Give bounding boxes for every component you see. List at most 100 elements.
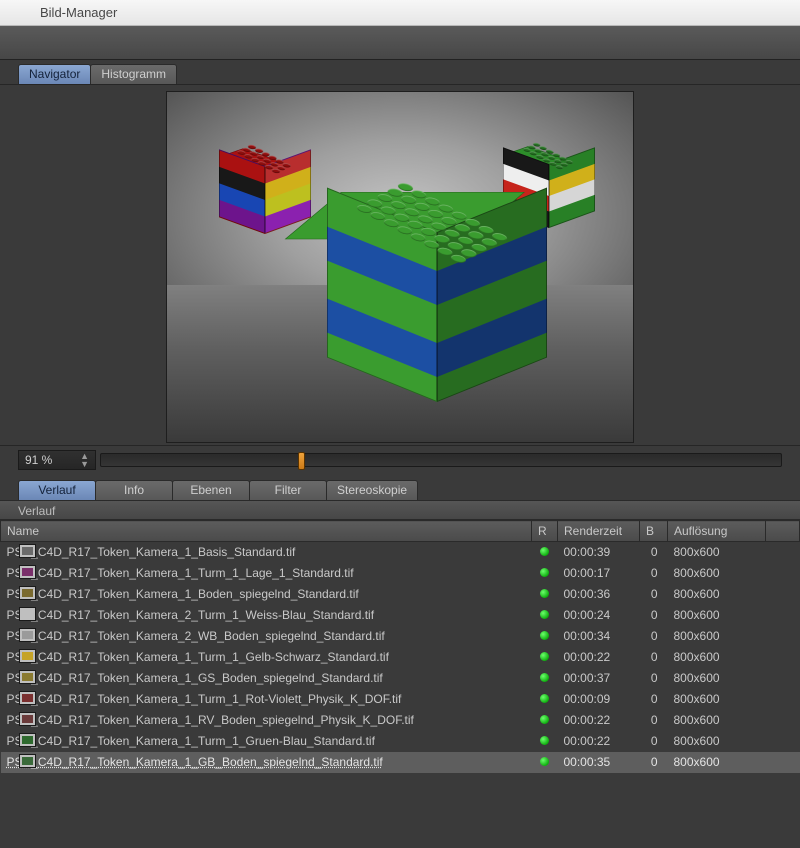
tab-info[interactable]: Info [95,480,173,500]
cell-rendertime: 00:00:17 [558,563,640,584]
zoom-slider-thumb[interactable] [298,452,305,470]
status-dot-icon [540,757,549,766]
table-row[interactable]: PSD_C4D_R17_Token_Kamera_1_Basis_Standar… [1,542,800,563]
file-thumbnail-icon [19,607,36,621]
cell-name: PSD_C4D_R17_Token_Kamera_1_GS_Boden_spie… [1,668,532,689]
cell-rendertime: 00:00:39 [558,542,640,563]
tab-ebenen[interactable]: Ebenen [172,480,250,500]
tab-verlauf[interactable]: Verlauf [18,480,96,500]
cell-b: 0 [640,563,668,584]
table-row[interactable]: PSD_C4D_R17_Token_Kamera_1_Turm_1_Gruen-… [1,731,800,752]
stepper-arrows-icon[interactable]: ▲▼ [80,452,89,468]
status-dot-icon [540,673,549,682]
file-thumbnail-icon [19,544,36,558]
table-row[interactable]: PSD_C4D_R17_Token_Kamera_2_WB_Boden_spie… [1,626,800,647]
file-name: PSD_C4D_R17_Token_Kamera_1_Turm_1_Gruen-… [7,734,375,748]
cell-status [532,752,558,773]
cell-rendertime: 00:00:24 [558,605,640,626]
tab-filter[interactable]: Filter [249,480,327,500]
status-dot-icon [540,736,549,745]
tab-histogramm[interactable]: Histogramm [90,64,177,84]
cell-spare [766,710,800,731]
cell-spare [766,605,800,626]
cell-rendertime: 00:00:09 [558,689,640,710]
col-r[interactable]: R [532,521,558,542]
cell-resolution: 800x600 [668,710,766,731]
cell-spare [766,752,800,773]
tab-stereoskopie[interactable]: Stereoskopie [326,480,418,500]
render-preview[interactable] [166,91,634,443]
viewer-tabrow: Navigator Histogramm [0,60,800,84]
status-dot-icon [540,568,549,577]
cell-rendertime: 00:00:22 [558,710,640,731]
col-aufloesung[interactable]: Auflösung [668,521,766,542]
zoom-slider[interactable] [100,453,782,467]
file-name: PSD_C4D_R17_Token_Kamera_1_Turm_1_Gelb-S… [7,650,389,664]
cell-resolution: 800x600 [668,584,766,605]
cell-name: PSD_C4D_R17_Token_Kamera_1_Turm_1_Lage_1… [1,563,532,584]
cell-b: 0 [640,710,668,731]
file-thumbnail-icon [19,628,36,642]
status-dot-icon [540,589,549,598]
cell-name: PSD_C4D_R17_Token_Kamera_2_Turm_1_Weiss-… [1,605,532,626]
cell-name: PSD_C4D_R17_Token_Kamera_1_Turm_1_Gelb-S… [1,647,532,668]
cell-name: PSD_C4D_R17_Token_Kamera_1_Turm_1_Gruen-… [1,731,532,752]
cell-spare [766,563,800,584]
table-row[interactable]: PSD_C4D_R17_Token_Kamera_1_Turm_1_Rot-Vi… [1,689,800,710]
col-spare [766,521,800,542]
titlebar[interactable]: Bild-Manager [0,0,800,26]
status-dot-icon [540,715,549,724]
cell-resolution: 800x600 [668,605,766,626]
cell-rendertime: 00:00:35 [558,752,640,773]
table-row[interactable]: PSD_C4D_R17_Token_Kamera_1_Boden_spiegel… [1,584,800,605]
table-row[interactable]: PSD_C4D_R17_Token_Kamera_1_GS_Boden_spie… [1,668,800,689]
file-thumbnail-icon [19,733,36,747]
cell-b: 0 [640,605,668,626]
table-row[interactable]: PSD_C4D_R17_Token_Kamera_1_Turm_1_Lage_1… [1,563,800,584]
cell-name: PSD_C4D_R17_Token_Kamera_1_Basis_Standar… [1,542,532,563]
cell-name: PSD_C4D_R17_Token_Kamera_2_WB_Boden_spie… [1,626,532,647]
cell-status [532,584,558,605]
cell-status [532,689,558,710]
cell-name: PSD_C4D_R17_Token_Kamera_1_Boden_spiegel… [1,584,532,605]
cell-spare [766,731,800,752]
cell-status [532,605,558,626]
file-thumbnail-icon [19,670,36,684]
cell-b: 0 [640,647,668,668]
history-tabrow: Verlauf Info Ebenen Filter Stereoskopie [0,476,800,500]
cell-name: PSD_C4D_R17_Token_Kamera_1_Turm_1_Rot-Vi… [1,689,532,710]
zoom-value: 91 % [25,453,52,467]
cell-status [532,626,558,647]
viewer-area [0,84,800,446]
cell-resolution: 800x600 [668,668,766,689]
file-name: PSD_C4D_R17_Token_Kamera_1_Basis_Standar… [7,545,296,559]
col-renderzeit[interactable]: Renderzeit [558,521,640,542]
table-row[interactable]: PSD_C4D_R17_Token_Kamera_1_GB_Boden_spie… [1,752,800,773]
file-name: PSD_C4D_R17_Token_Kamera_2_WB_Boden_spie… [7,629,385,643]
cell-spare [766,626,800,647]
cell-spare [766,668,800,689]
tab-navigator[interactable]: Navigator [18,64,91,84]
table-row[interactable]: PSD_C4D_R17_Token_Kamera_1_Turm_1_Gelb-S… [1,647,800,668]
cell-resolution: 800x600 [668,626,766,647]
section-header-verlauf: Verlauf [0,500,800,520]
cell-status [532,710,558,731]
cell-spare [766,689,800,710]
cell-resolution: 800x600 [668,542,766,563]
cell-rendertime: 00:00:37 [558,668,640,689]
col-name[interactable]: Name [1,521,532,542]
file-thumbnail-icon [19,586,36,600]
cell-status [532,647,558,668]
file-name: PSD_C4D_R17_Token_Kamera_1_RV_Boden_spie… [7,713,414,727]
table-row[interactable]: PSD_C4D_R17_Token_Kamera_2_Turm_1_Weiss-… [1,605,800,626]
col-b[interactable]: B [640,521,668,542]
toolbar-strip [0,26,800,60]
cell-spare [766,542,800,563]
cell-b: 0 [640,752,668,773]
cell-b: 0 [640,626,668,647]
file-name: PSD_C4D_R17_Token_Kamera_1_GS_Boden_spie… [7,671,383,685]
file-name: PSD_C4D_R17_Token_Kamera_1_Boden_spiegel… [7,587,359,601]
table-row[interactable]: PSD_C4D_R17_Token_Kamera_1_RV_Boden_spie… [1,710,800,731]
cell-rendertime: 00:00:22 [558,647,640,668]
zoom-value-field[interactable]: 91 % ▲▼ [18,450,96,470]
